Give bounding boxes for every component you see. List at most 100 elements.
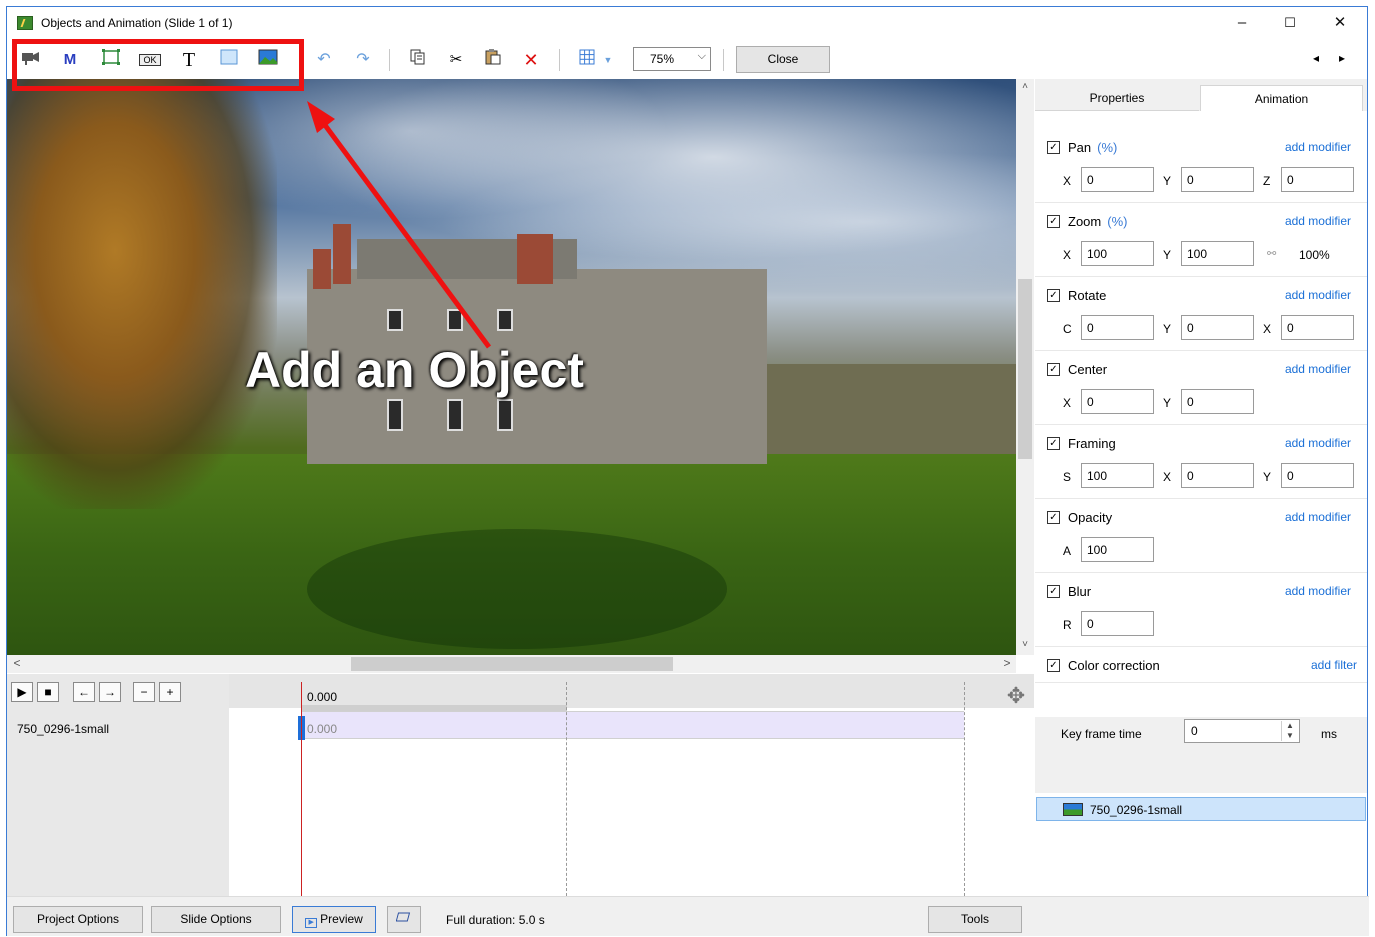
tools-button[interactable]: Tools — [928, 906, 1022, 933]
close-button[interactable]: Close — [736, 46, 830, 73]
play-button[interactable]: ▶ — [11, 682, 33, 702]
zoom-unit[interactable]: (%) — [1107, 214, 1127, 229]
object-list-item[interactable]: 750_0296-1small — [1036, 797, 1366, 821]
horizontal-scroll-thumb[interactable] — [351, 657, 673, 671]
pan-unit[interactable]: (%) — [1097, 140, 1117, 155]
horizontal-scrollbar[interactable]: < > — [7, 655, 1016, 673]
zoom-select[interactable]: 75% ⌵ — [633, 47, 711, 71]
prev-keyframe-button[interactable]: ← — [73, 682, 95, 702]
framing-x-label: X — [1163, 470, 1172, 484]
nav-right-icon[interactable]: ▸ — [1339, 51, 1345, 65]
timeline-marker — [566, 682, 567, 896]
grid-icon[interactable] — [575, 49, 599, 71]
next-keyframe-button[interactable]: → — [99, 682, 121, 702]
minimize-button[interactable]: – — [1219, 7, 1265, 39]
pan-z-field[interactable]: 0 — [1281, 167, 1354, 192]
playhead[interactable] — [301, 682, 302, 896]
keyframe-time-row: Key frame time 0 ▲ ▼ ms — [1035, 719, 1367, 791]
move-icon[interactable]: ✥ — [1002, 682, 1030, 710]
zoom-x-field[interactable]: 100 — [1081, 241, 1154, 266]
framing-add-modifier-link[interactable]: add modifier — [1285, 436, 1351, 450]
pan-y-field[interactable]: 0 — [1181, 167, 1254, 192]
link-icon[interactable]: ⚯ — [1267, 247, 1276, 260]
opacity-a-field[interactable]: 100 — [1081, 537, 1154, 562]
add-keyframe-button[interactable]: + — [159, 682, 181, 702]
delete-icon[interactable]: ✕ — [519, 49, 543, 71]
keyframe-spinner[interactable]: ▲ ▼ — [1281, 721, 1298, 741]
vertical-scrollbar[interactable]: ˄ ˅ — [1016, 79, 1034, 655]
tab-properties[interactable]: Properties — [1035, 85, 1199, 111]
keyframe-unit: ms — [1321, 727, 1337, 741]
framing-x-field[interactable]: 0 — [1181, 463, 1254, 488]
redo-icon[interactable]: ↷ — [351, 49, 375, 71]
add-filter-link[interactable]: add filter — [1311, 658, 1357, 672]
blur-add-modifier-link[interactable]: add modifier — [1285, 584, 1351, 598]
track-label[interactable]: 750_0296-1small — [17, 722, 109, 736]
opacity-add-modifier-link[interactable]: add modifier — [1285, 510, 1351, 524]
timeline-ruler[interactable] — [229, 674, 1034, 708]
image-icon — [1063, 803, 1083, 816]
preview-button[interactable]: ▶ Preview — [292, 906, 376, 933]
blur-r-label: R — [1063, 618, 1072, 632]
project-options-button[interactable]: Project Options — [13, 906, 143, 933]
annotation-arrow — [307, 101, 492, 349]
maximize-button[interactable]: ☐ — [1267, 7, 1313, 39]
rotate-y-label: Y — [1163, 322, 1172, 336]
zoom-value: 75% — [650, 52, 675, 66]
center-x-label: X — [1063, 396, 1072, 410]
center-x-field[interactable]: 0 — [1081, 389, 1154, 414]
preview-label: Preview — [320, 912, 363, 926]
rotate-x-field[interactable]: 0 — [1281, 315, 1354, 340]
cut-icon[interactable]: ✂ — [444, 49, 468, 71]
scroll-left-icon[interactable]: < — [9, 656, 25, 670]
undo-icon[interactable]: ↶ — [312, 49, 336, 71]
nav-left-icon[interactable]: ◂ — [1313, 51, 1319, 65]
rotate-c-field[interactable]: 0 — [1081, 315, 1154, 340]
slide-canvas[interactable]: Add an Object — [7, 79, 1016, 655]
object-list: 750_0296-1small — [1035, 793, 1367, 897]
close-window-button[interactable]: ✕ — [1317, 7, 1363, 39]
keyframe-time-field[interactable]: 0 ▲ ▼ — [1184, 719, 1300, 743]
pan-checkbox[interactable]: ✓ — [1047, 141, 1060, 154]
zoom-checkbox[interactable]: ✓ — [1047, 215, 1060, 228]
rotate-add-modifier-link[interactable]: add modifier — [1285, 288, 1351, 302]
vertical-scroll-thumb[interactable] — [1018, 279, 1032, 459]
color-correction-checkbox[interactable]: ✓ — [1047, 659, 1060, 672]
blur-checkbox[interactable]: ✓ — [1047, 585, 1060, 598]
zoom-y-field[interactable]: 100 — [1181, 241, 1254, 266]
framing-label: Framing — [1068, 436, 1116, 451]
slide-options-button[interactable]: Slide Options — [151, 906, 281, 933]
remove-keyframe-button[interactable]: − — [133, 682, 155, 702]
paste-icon[interactable] — [481, 49, 505, 71]
track-band[interactable] — [301, 711, 964, 739]
stop-button[interactable]: ■ — [37, 682, 59, 702]
scroll-down-icon[interactable]: ˅ — [1016, 639, 1034, 653]
center-checkbox[interactable]: ✓ — [1047, 363, 1060, 376]
center-y-field[interactable]: 0 — [1181, 389, 1254, 414]
center-label: Center — [1068, 362, 1108, 377]
add-object-highlight — [12, 39, 304, 91]
framing-s-field[interactable]: 100 — [1081, 463, 1154, 488]
center-add-modifier-link[interactable]: add modifier — [1285, 362, 1351, 376]
chevron-down-icon: ⌵ — [697, 50, 706, 62]
blur-r-field[interactable]: 0 — [1081, 611, 1154, 636]
copy-icon[interactable] — [406, 49, 430, 71]
grid-dropdown-icon[interactable]: ▼ — [601, 49, 615, 71]
framing-y-field[interactable]: 0 — [1281, 463, 1354, 488]
framing-checkbox[interactable]: ✓ — [1047, 437, 1060, 450]
rotate-y-field[interactable]: 0 — [1181, 315, 1254, 340]
scroll-up-icon[interactable]: ˄ — [1016, 81, 1034, 95]
full-duration-text: Full duration: 5.0 s — [446, 913, 545, 927]
zoom-add-modifier-link[interactable]: add modifier — [1285, 214, 1351, 228]
tab-animation[interactable]: Animation — [1200, 85, 1363, 111]
scroll-right-icon[interactable]: > — [999, 656, 1015, 670]
opacity-checkbox[interactable]: ✓ — [1047, 511, 1060, 524]
pan-x-field[interactable]: 0 — [1081, 167, 1154, 192]
rotate-checkbox[interactable]: ✓ — [1047, 289, 1060, 302]
zoom-section: ✓ Zoom (%) add modifier X 100 Y 100 ⚯ 100… — [1035, 203, 1367, 277]
color-correction-label: Color correction — [1068, 658, 1160, 673]
slides-icon[interactable] — [387, 906, 421, 933]
toolbar-separator — [559, 49, 560, 71]
pan-add-modifier-link[interactable]: add modifier — [1285, 140, 1351, 154]
timeline: ▶ ■ ← → − + 0.000 750_0296-1small 0.000 … — [7, 674, 1034, 896]
